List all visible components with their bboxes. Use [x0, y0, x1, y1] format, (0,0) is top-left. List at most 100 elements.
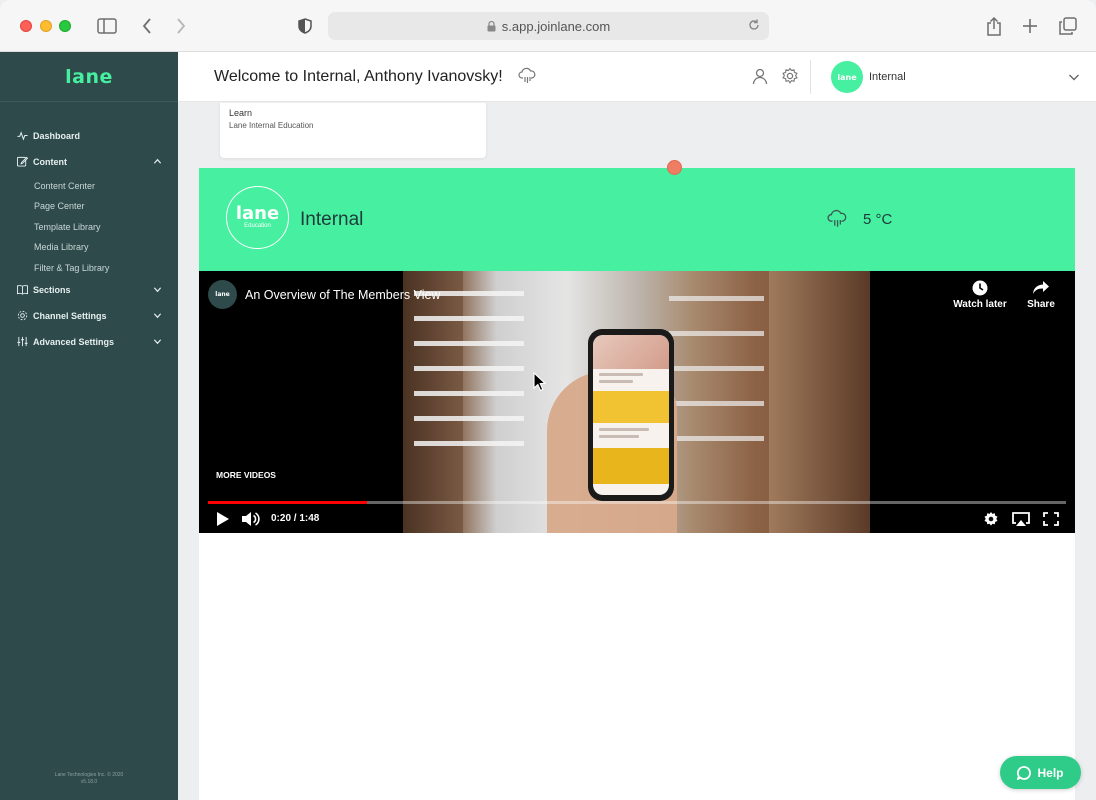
address-bar[interactable]: s.app.joinlane.com [328, 12, 769, 40]
phone-text-line [599, 373, 643, 376]
blind-slat [669, 366, 764, 371]
sidebar: lane Dashboard Content Content Center Pa… [0, 52, 178, 800]
logo-subtitle: Education [244, 223, 271, 229]
activity-icon [17, 131, 28, 141]
sidebar-subitem-content-center[interactable]: Content Center [34, 181, 95, 191]
video-progress-bar[interactable] [208, 501, 1066, 504]
url-text: s.app.joinlane.com [501, 18, 611, 34]
phone [588, 329, 674, 501]
back-icon[interactable] [133, 12, 161, 40]
sidebar-item-channel-settings[interactable]: Channel Settings [0, 306, 178, 326]
sidebar-subitem-filter-tag-library[interactable]: Filter & Tag Library [34, 263, 109, 273]
user-icon[interactable] [751, 67, 769, 85]
version-text: v5.18.0 [80, 779, 98, 785]
sidebar-subitem-template-library[interactable]: Template Library [34, 222, 101, 232]
watch-later-button[interactable]: Watch later [950, 280, 1010, 310]
new-tab-icon[interactable] [1016, 12, 1044, 40]
fullscreen-icon[interactable] [1041, 511, 1061, 527]
gear-icon [17, 310, 28, 321]
clock-icon [972, 280, 988, 296]
video-channel-avatar[interactable]: lane [208, 280, 237, 309]
channel-title: Internal [300, 209, 364, 230]
lane-logo[interactable]: lane [0, 52, 178, 102]
blind-slat [414, 341, 524, 346]
sidebar-item-dashboard[interactable]: Dashboard [0, 126, 178, 146]
sliders-icon [17, 336, 28, 347]
blind-slat [669, 436, 764, 441]
minimize-window-button[interactable] [40, 20, 52, 32]
sidebar-item-label: Content [33, 157, 67, 167]
welcome-message: Welcome to Internal, Anthony Ivanovsky! [214, 68, 503, 85]
chevron-down-icon [153, 339, 162, 345]
blind-slat [414, 441, 524, 446]
header-divider [810, 60, 811, 94]
learn-card[interactable]: Learn Lane Internal Education [220, 103, 486, 158]
zoom-window-button[interactable] [59, 20, 71, 32]
sidebar-item-sections[interactable]: Sections [0, 280, 178, 300]
chevron-down-icon [153, 287, 162, 293]
lock-icon [487, 20, 496, 31]
sidebar-subitem-media-library[interactable]: Media Library [34, 242, 89, 252]
education-logo: lane Education [226, 186, 289, 249]
blind-slat [414, 391, 524, 396]
sidebar-item-label: Channel Settings [33, 311, 107, 321]
mouse-cursor-icon [533, 372, 547, 392]
top-header: Welcome to Internal, Anthony Ivanovsky! … [178, 52, 1096, 102]
logo-word: lane [235, 203, 280, 224]
volume-icon[interactable] [241, 511, 261, 527]
phone-image [593, 391, 669, 423]
share-button[interactable]: Share [1011, 280, 1071, 310]
share-icon[interactable] [980, 12, 1008, 40]
browser-toolbar: s.app.joinlane.com [0, 0, 1096, 52]
privacy-shield-icon[interactable] [291, 12, 319, 40]
sidebar-subitem-page-center[interactable]: Page Center [34, 201, 85, 211]
sidebar-item-label: Advanced Settings [33, 337, 115, 347]
video-title[interactable]: An Overview of The Members View [245, 288, 440, 302]
close-window-button[interactable] [20, 20, 32, 32]
sidebar-item-label: Dashboard [33, 131, 81, 141]
forward-icon[interactable] [167, 12, 195, 40]
tab-overview-icon[interactable] [1054, 12, 1082, 40]
curtain-right [769, 271, 870, 533]
cloud-rain-icon [518, 67, 536, 83]
chat-bubble-icon [1017, 765, 1032, 780]
blind-slat [414, 316, 524, 321]
airplay-icon[interactable] [1011, 511, 1031, 527]
chevron-down-icon [153, 313, 162, 319]
recording-indicator [667, 160, 682, 175]
sidebar-toggle-icon[interactable] [93, 12, 121, 40]
more-videos-button[interactable]: MORE VIDEOS [216, 470, 276, 480]
video-progress-played [208, 501, 367, 504]
phone-image [593, 335, 669, 369]
video-settings-icon[interactable] [981, 511, 1001, 527]
play-icon[interactable] [214, 511, 234, 527]
sidebar-item-content[interactable]: Content [0, 152, 178, 172]
channel-name[interactable]: Internal [869, 71, 906, 83]
temperature: 5 °C [863, 211, 893, 228]
blind-slat [414, 366, 524, 371]
share-arrow-icon [1033, 281, 1049, 294]
chevron-down-icon[interactable] [1068, 71, 1080, 83]
share-label: Share [1027, 299, 1055, 310]
reload-icon[interactable] [747, 18, 761, 32]
video-time: 0:20 / 1:48 [271, 513, 320, 524]
blind-slat [669, 331, 764, 336]
book-icon [17, 285, 28, 295]
edit-icon [17, 156, 28, 167]
channel-avatar[interactable]: lane [831, 61, 863, 93]
sidebar-item-label: Sections [33, 285, 71, 295]
phone-screen [593, 335, 669, 495]
help-button[interactable]: Help [1000, 756, 1081, 789]
sidebar-footer: Lane Technologies Inc. © 2020 v5.18.0 [0, 772, 178, 786]
youtube-video-player[interactable]: lane An Overview of The Members View Wat… [199, 271, 1075, 533]
main-content: Learn Lane Internal Education lane Educa… [178, 103, 1096, 800]
help-label: Help [1037, 765, 1064, 780]
channel-page: lane Education Internal 5 °C lane An Ove… [199, 168, 1075, 800]
curtain-left [403, 271, 463, 533]
settings-gear-icon[interactable] [781, 67, 799, 85]
phone-text-line [599, 428, 649, 431]
sidebar-item-advanced-settings[interactable]: Advanced Settings [0, 332, 178, 352]
blind-slat [669, 401, 764, 406]
phone-text-line [599, 380, 633, 383]
learn-card-subtitle: Lane Internal Education [229, 121, 314, 130]
